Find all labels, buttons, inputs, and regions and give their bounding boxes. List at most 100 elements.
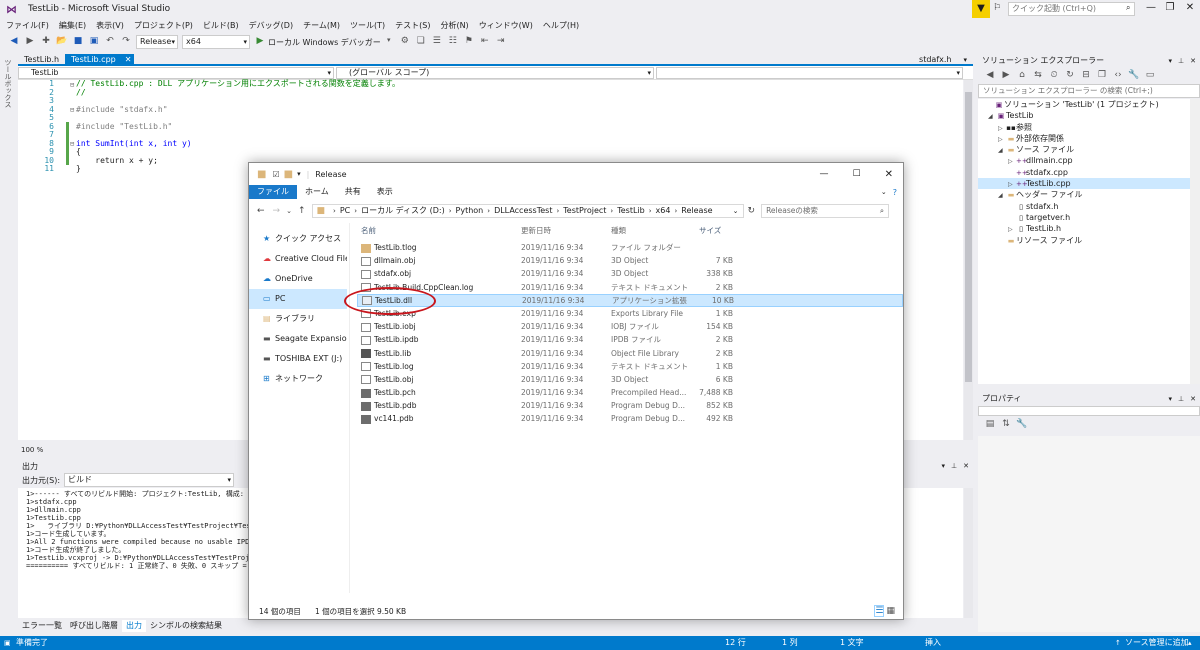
quick-access-dropdown-icon[interactable]: ▾ bbox=[297, 170, 301, 178]
prop-pin-icon[interactable]: ⊥ bbox=[1178, 392, 1184, 406]
source-control-dropdown-icon[interactable]: ▴ bbox=[1188, 636, 1192, 650]
explorer-maximize-button[interactable]: ☐ bbox=[853, 169, 861, 179]
tree-node-solution[interactable]: ▣ ソリューション 'TestLib' (1 プロジェクト) bbox=[978, 99, 1200, 110]
bookmark-flag-icon[interactable]: ⚑ bbox=[463, 36, 475, 48]
tree-node-testlib-h[interactable]: ▷ ▯ TestLib.h bbox=[978, 223, 1200, 234]
tab-call-hierarchy[interactable]: 呼び出し階層 bbox=[66, 620, 122, 632]
ribbon-tab-home[interactable]: ホーム bbox=[297, 185, 337, 199]
se-forward-icon[interactable]: ▶ bbox=[1000, 70, 1012, 82]
start-debug-button[interactable]: ローカル Windows デバッガー bbox=[268, 37, 381, 48]
se-sync-icon[interactable]: ⇆ bbox=[1032, 70, 1044, 82]
tab-list-dropdown-icon[interactable]: ▾ bbox=[957, 54, 973, 66]
crumb-x64[interactable]: x64 bbox=[656, 205, 671, 217]
crumb-dllaccesstest[interactable]: DLLAccessTest bbox=[494, 205, 552, 217]
property-pages-icon[interactable]: 🔧 bbox=[1016, 419, 1028, 431]
tree-node-targetver-h[interactable]: ▯ targetver.h bbox=[978, 212, 1200, 223]
global-scope-select[interactable]: (グローバル スコープ) bbox=[336, 66, 654, 79]
add-to-source-control[interactable]: ソース管理に追加 bbox=[1125, 636, 1189, 650]
menu-debug[interactable]: デバッグ(D) bbox=[249, 20, 293, 31]
ribbon-tab-file[interactable]: ファイル bbox=[249, 185, 297, 199]
close-button[interactable]: ✕ bbox=[1182, 2, 1198, 16]
nav-up-icon[interactable]: ↑ bbox=[298, 206, 306, 216]
tab-find-symbol-results[interactable]: シンボルの検索結果 bbox=[146, 620, 226, 632]
tree-node-header-files[interactable]: ◢ ▬ ヘッダー ファイル bbox=[978, 189, 1200, 200]
alphabetical-icon[interactable]: ⇅ bbox=[1000, 419, 1012, 431]
menu-team[interactable]: チーム(M) bbox=[303, 20, 340, 31]
crumb-testproject[interactable]: TestProject bbox=[563, 205, 606, 217]
tree-node-source-files[interactable]: ◢ ▬ ソース ファイル bbox=[978, 144, 1200, 155]
nav-network[interactable]: ⊞ ネットワーク bbox=[249, 369, 347, 389]
tab-testlib-h[interactable]: TestLib.h bbox=[18, 54, 65, 66]
file-row[interactable]: TestLib.tlog 2019/11/16 9:34 ファイル フォルダー bbox=[357, 241, 903, 254]
prop-close-icon[interactable]: ✕ bbox=[1190, 392, 1196, 406]
column-type[interactable]: 種類 bbox=[611, 225, 699, 236]
se-collapse-icon[interactable]: ⊟ bbox=[1080, 70, 1092, 82]
new-folder-icon[interactable]: ■ bbox=[284, 169, 293, 180]
menu-project[interactable]: プロジェクト(P) bbox=[134, 20, 193, 31]
crumb-local-disk[interactable]: ローカル ディスク (D:) bbox=[361, 205, 445, 217]
menu-build[interactable]: ビルド(B) bbox=[203, 20, 239, 31]
toolbox-strip[interactable]: ツールボックス bbox=[0, 55, 16, 635]
nav-back-icon[interactable]: ← bbox=[257, 206, 265, 216]
file-row[interactable]: TestLib.pdb 2019/11/16 9:34 Program Debug … bbox=[357, 399, 903, 412]
file-row-testlib-dll[interactable]: TestLib.dll 2019/11/16 9:34 アプリケーション拡張 10 K… bbox=[357, 293, 903, 307]
save-icon[interactable]: ■ bbox=[72, 36, 84, 48]
source-control-up-icon[interactable]: ↑ bbox=[1115, 636, 1121, 650]
tab-testlib-cpp[interactable]: TestLib.cpp bbox=[65, 54, 122, 66]
tree-node-external-deps[interactable]: ▷ ▬ 外部依存関係 bbox=[978, 133, 1200, 144]
column-size[interactable]: サイズ bbox=[699, 225, 733, 236]
nav-quick-access[interactable]: ★ クイック アクセス bbox=[249, 229, 347, 249]
nav-forward-icon[interactable]: → bbox=[273, 206, 281, 216]
file-row[interactable]: TestLib.pch 2019/11/16 9:34 Precompiled He… bbox=[357, 386, 903, 399]
minimize-button[interactable]: — bbox=[1143, 2, 1159, 16]
tree-node-resource-files[interactable]: ▬ リソース ファイル bbox=[978, 235, 1200, 246]
crumb-pc[interactable]: PC bbox=[340, 205, 350, 217]
nav-pc[interactable]: ▭ PC bbox=[249, 289, 347, 309]
explorer-minimize-button[interactable]: — bbox=[820, 169, 829, 179]
undo-icon[interactable]: ↶ bbox=[104, 36, 116, 48]
se-options-icon[interactable]: ▾ bbox=[1169, 54, 1173, 68]
refresh-icon[interactable]: ↻ bbox=[748, 206, 756, 216]
address-bar[interactable]: ■ › PC › ローカル ディスク (D:) › Python › DLLAc… bbox=[311, 204, 744, 218]
save-all-icon[interactable]: ▣ bbox=[88, 36, 100, 48]
file-row[interactable]: TestLib.log 2019/11/16 9:34 テキスト ドキュメント 1 K… bbox=[357, 360, 903, 373]
se-home-icon[interactable]: ⌂ bbox=[1016, 70, 1028, 82]
nav-toshiba[interactable]: ▬ TOSHIBA EXT (J:) bbox=[249, 349, 347, 369]
recent-locations-icon[interactable]: ⌄ bbox=[286, 207, 292, 215]
next-bookmark-icon[interactable]: ⇥ bbox=[495, 36, 507, 48]
se-back-icon[interactable]: ◀ bbox=[984, 70, 996, 82]
crumb-release[interactable]: Release bbox=[681, 205, 712, 217]
properties-object-select[interactable] bbox=[978, 406, 1200, 416]
crumb-testlib[interactable]: TestLib bbox=[617, 205, 645, 217]
menu-analyze[interactable]: 分析(N) bbox=[440, 20, 468, 31]
tree-node-project[interactable]: ◢ ▣ TestLib bbox=[978, 110, 1200, 121]
menu-window[interactable]: ウィンドウ(W) bbox=[479, 20, 533, 31]
configuration-select[interactable]: Release bbox=[136, 35, 178, 49]
file-row[interactable]: TestLib.iobj 2019/11/16 9:34 IOBJ ファイル 154 … bbox=[357, 320, 903, 333]
se-refresh-icon[interactable]: ↻ bbox=[1064, 70, 1076, 82]
explorer-search-icon[interactable]: ⌕ bbox=[880, 205, 884, 217]
prop-options-icon[interactable]: ▾ bbox=[1169, 392, 1173, 406]
menu-edit[interactable]: 編集(E) bbox=[59, 20, 86, 31]
tree-node-stdafx-cpp[interactable]: ++stdafx.cpp bbox=[978, 167, 1200, 178]
output-source-select[interactable]: ビルド bbox=[64, 473, 235, 487]
details-view-icon[interactable]: ☰ bbox=[874, 605, 885, 617]
platform-select[interactable]: x64 bbox=[182, 35, 250, 49]
tab-close-icon[interactable]: ✕ bbox=[121, 54, 135, 66]
se-code-icon[interactable]: ‹› bbox=[1112, 70, 1124, 82]
back-icon[interactable]: ◀ bbox=[8, 36, 20, 48]
menu-tools[interactable]: ツール(T) bbox=[350, 20, 385, 31]
feedback-icon[interactable]: ⚐ bbox=[993, 3, 1001, 13]
tab-error-list[interactable]: エラー一覧 bbox=[18, 620, 66, 632]
start-debug-icon[interactable]: ▶ bbox=[254, 36, 266, 48]
se-preview-icon[interactable]: ▭ bbox=[1144, 70, 1156, 82]
bookmark-icon[interactable]: ❏ bbox=[415, 36, 427, 48]
nav-onedrive[interactable]: ☁ OneDrive bbox=[249, 269, 347, 289]
notification-flag-icon[interactable]: ▼ bbox=[972, 0, 990, 18]
tree-node-dllmain-cpp[interactable]: ▷ ++dllmain.cpp bbox=[978, 155, 1200, 166]
redo-icon[interactable]: ↷ bbox=[120, 36, 132, 48]
column-date[interactable]: 更新日時 bbox=[521, 225, 611, 236]
se-properties-icon[interactable]: 🔧 bbox=[1128, 70, 1140, 82]
editor-scroll-thumb[interactable] bbox=[965, 92, 972, 382]
output-scrollbar[interactable] bbox=[964, 488, 973, 618]
